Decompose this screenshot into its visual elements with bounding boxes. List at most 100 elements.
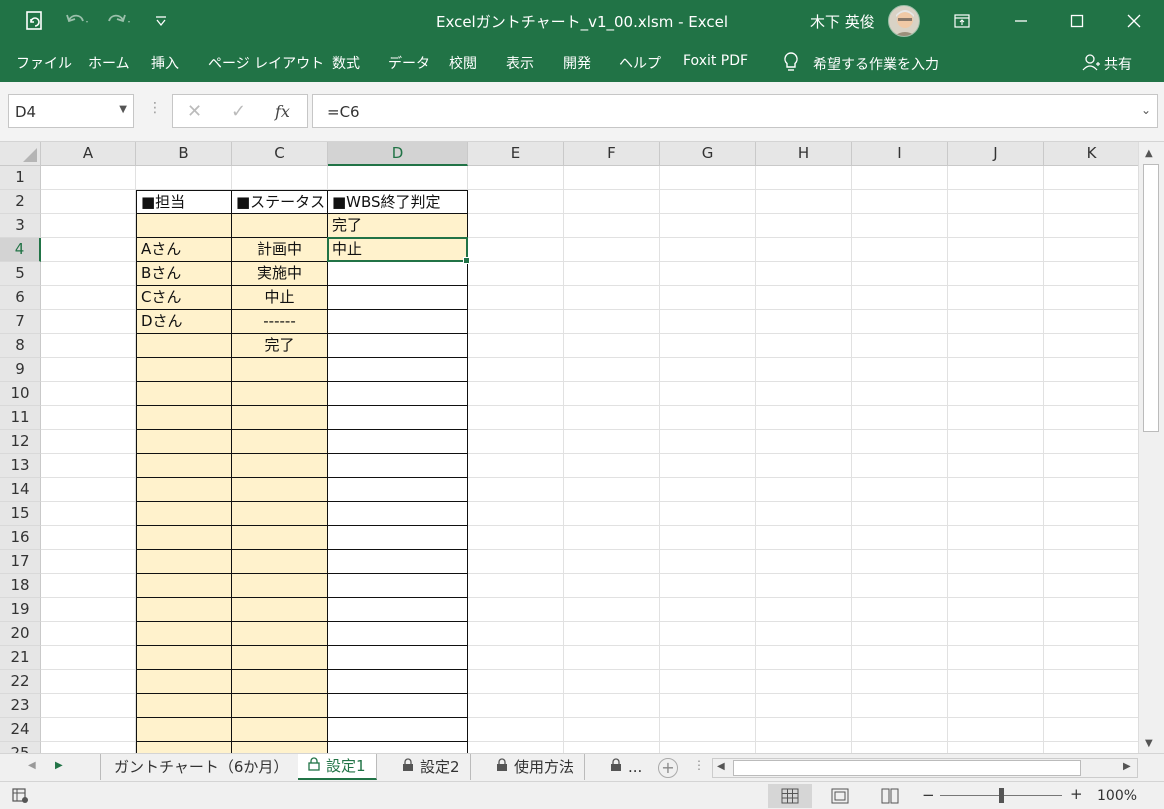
sheet-tab-settings2[interactable]: 設定2: [392, 754, 471, 780]
cell-c14[interactable]: [232, 478, 328, 502]
cell-h19[interactable]: [756, 598, 852, 622]
vertical-scroll-thumb[interactable]: [1143, 164, 1159, 432]
row-header-7[interactable]: 7: [0, 310, 41, 334]
cell-h14[interactable]: [756, 478, 852, 502]
cell-b15[interactable]: [136, 502, 232, 526]
cell-k23[interactable]: [1044, 694, 1138, 718]
row-header-3[interactable]: 3: [0, 214, 41, 238]
cell-e11[interactable]: [468, 406, 564, 430]
cell-f9[interactable]: [564, 358, 660, 382]
maximize-button[interactable]: [1049, 0, 1105, 42]
cell-c24[interactable]: [232, 718, 328, 742]
cell-j5[interactable]: [948, 262, 1044, 286]
cell-b9[interactable]: [136, 358, 232, 382]
cell-j25[interactable]: [948, 742, 1044, 753]
cell-i3[interactable]: [852, 214, 948, 238]
cell-i24[interactable]: [852, 718, 948, 742]
cell-a22[interactable]: [41, 670, 136, 694]
cell-b19[interactable]: [136, 598, 232, 622]
row-header-21[interactable]: 21: [0, 646, 41, 670]
cell-g13[interactable]: [660, 454, 756, 478]
cell-i14[interactable]: [852, 478, 948, 502]
cell-f18[interactable]: [564, 574, 660, 598]
cell-e23[interactable]: [468, 694, 564, 718]
cell-c13[interactable]: [232, 454, 328, 478]
cell-i1[interactable]: [852, 166, 948, 190]
cell-c7[interactable]: ------: [232, 310, 328, 334]
cell-c23[interactable]: [232, 694, 328, 718]
cell-c11[interactable]: [232, 406, 328, 430]
cell-j2[interactable]: [948, 190, 1044, 214]
horizontal-scrollbar[interactable]: ◀ ▶: [712, 758, 1138, 778]
cell-j3[interactable]: [948, 214, 1044, 238]
cell-f16[interactable]: [564, 526, 660, 550]
row-header-5[interactable]: 5: [0, 262, 41, 286]
cell-f24[interactable]: [564, 718, 660, 742]
cell-k15[interactable]: [1044, 502, 1138, 526]
cell-e22[interactable]: [468, 670, 564, 694]
cell-h24[interactable]: [756, 718, 852, 742]
cell-j12[interactable]: [948, 430, 1044, 454]
cell-h25[interactable]: [756, 742, 852, 753]
cell-e10[interactable]: [468, 382, 564, 406]
cell-e25[interactable]: [468, 742, 564, 753]
close-button[interactable]: [1106, 0, 1162, 42]
cell-h11[interactable]: [756, 406, 852, 430]
cell-h9[interactable]: [756, 358, 852, 382]
cell-h7[interactable]: [756, 310, 852, 334]
cell-c12[interactable]: [232, 430, 328, 454]
cell-a13[interactable]: [41, 454, 136, 478]
cell-h10[interactable]: [756, 382, 852, 406]
cell-a5[interactable]: [41, 262, 136, 286]
cell-g9[interactable]: [660, 358, 756, 382]
cell-h20[interactable]: [756, 622, 852, 646]
cell-b14[interactable]: [136, 478, 232, 502]
cell-g18[interactable]: [660, 574, 756, 598]
cell-a24[interactable]: [41, 718, 136, 742]
cell-b7[interactable]: Dさん: [136, 310, 232, 334]
cell-g5[interactable]: [660, 262, 756, 286]
cell-f20[interactable]: [564, 622, 660, 646]
cell-i8[interactable]: [852, 334, 948, 358]
cell-b5[interactable]: Bさん: [136, 262, 232, 286]
cell-h1[interactable]: [756, 166, 852, 190]
sheet-tab-usage[interactable]: 使用方法: [486, 754, 586, 780]
horizontal-scroll-thumb[interactable]: [733, 760, 1081, 776]
cell-c2[interactable]: ■ステータス: [232, 190, 328, 214]
cell-k17[interactable]: [1044, 550, 1138, 574]
cell-k12[interactable]: [1044, 430, 1138, 454]
cell-b1[interactable]: [136, 166, 232, 190]
cell-h18[interactable]: [756, 574, 852, 598]
cell-g11[interactable]: [660, 406, 756, 430]
ribbon-display-options-button[interactable]: [934, 0, 990, 42]
column-header-j[interactable]: J: [948, 142, 1044, 166]
cell-e8[interactable]: [468, 334, 564, 358]
cell-i10[interactable]: [852, 382, 948, 406]
cell-d13[interactable]: [328, 454, 468, 478]
cell-h6[interactable]: [756, 286, 852, 310]
cell-i7[interactable]: [852, 310, 948, 334]
row-header-16[interactable]: 16: [0, 526, 41, 550]
cell-e16[interactable]: [468, 526, 564, 550]
cell-k8[interactable]: [1044, 334, 1138, 358]
row-header-2[interactable]: 2: [0, 190, 41, 214]
select-all-button[interactable]: [0, 142, 41, 166]
cell-h2[interactable]: [756, 190, 852, 214]
cell-c6[interactable]: 中止: [232, 286, 328, 310]
cell-i4[interactable]: [852, 238, 948, 262]
column-header-a[interactable]: A: [41, 142, 136, 166]
cell-c17[interactable]: [232, 550, 328, 574]
cell-a21[interactable]: [41, 646, 136, 670]
scroll-up-icon[interactable]: ▲: [1145, 148, 1153, 159]
cell-g25[interactable]: [660, 742, 756, 753]
cell-j24[interactable]: [948, 718, 1044, 742]
column-header-d[interactable]: D: [328, 142, 468, 166]
cell-k5[interactable]: [1044, 262, 1138, 286]
cell-e3[interactable]: [468, 214, 564, 238]
cell-f15[interactable]: [564, 502, 660, 526]
cell-d6[interactable]: [328, 286, 468, 310]
cell-j14[interactable]: [948, 478, 1044, 502]
cell-e13[interactable]: [468, 454, 564, 478]
cell-d2[interactable]: ■WBS終了判定: [328, 190, 468, 214]
column-header-i[interactable]: I: [852, 142, 948, 166]
